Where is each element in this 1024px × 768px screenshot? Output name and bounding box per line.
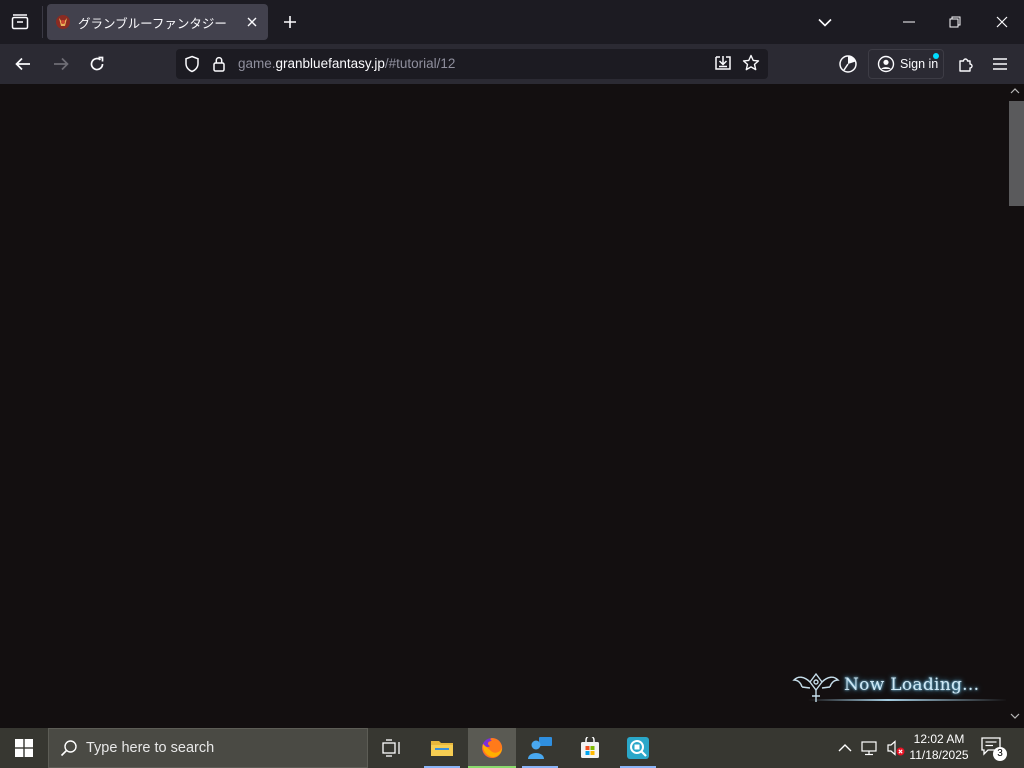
folder-icon [431, 741, 453, 756]
window-close-icon [996, 16, 1008, 28]
people-app-button[interactable] [520, 728, 560, 768]
vertical-scrollbar[interactable] [1006, 84, 1024, 728]
extensions-icon [959, 58, 973, 72]
list-all-tabs-button[interactable] [808, 6, 842, 38]
plus-icon [284, 16, 296, 28]
start-button[interactable] [0, 728, 48, 768]
system-clock[interactable]: 12:02 AM 11/18/2025 [904, 731, 974, 763]
action-center-button[interactable]: 3 [980, 736, 1008, 762]
sign-in-button[interactable]: Sign in [868, 49, 944, 79]
minimize-icon [903, 21, 915, 23]
forward-button[interactable] [44, 48, 78, 80]
tab-title: グランブルーファンタジー [78, 15, 227, 31]
window-close-button[interactable] [980, 0, 1024, 44]
qr-scanner-icon [627, 737, 649, 759]
task-view-button[interactable] [372, 728, 412, 768]
page-content[interactable]: Now Loading... [0, 84, 1024, 728]
granblue-favicon-icon [56, 15, 70, 29]
tab-separator [42, 6, 43, 38]
url-prefix: game. [238, 56, 276, 71]
loading-indicator: Now Loading... [790, 670, 1010, 710]
tab-list-icon [11, 14, 29, 30]
qr-scanner-button[interactable] [618, 728, 658, 768]
task-view-icon [382, 739, 400, 757]
show-hidden-icons-chevron-icon[interactable] [838, 740, 852, 756]
volume-muted-icon[interactable] [886, 739, 906, 757]
microsoft-store-button[interactable] [570, 728, 610, 768]
save-to-pocket-icon[interactable] [714, 54, 732, 72]
firefox-icon [482, 737, 503, 758]
network-icon[interactable] [861, 739, 879, 757]
notification-count-badge: 3 [993, 747, 1007, 761]
lock-icon[interactable] [212, 55, 226, 73]
close-icon [247, 17, 257, 27]
chevron-down-icon [818, 18, 832, 27]
back-arrow-icon [15, 57, 30, 71]
url-text[interactable]: game.granbluefantasy.jp/#tutorial/12 [238, 56, 455, 71]
search-placeholder: Type here to search [86, 740, 215, 756]
search-icon [60, 740, 77, 757]
shield-icon[interactable] [184, 55, 200, 73]
forward-arrow-icon [54, 57, 69, 71]
extensions-button[interactable] [950, 48, 982, 80]
scroll-up-arrow-icon[interactable] [1010, 88, 1020, 94]
taskbar-search-box[interactable]: Type here to search [48, 728, 368, 768]
tab-strip: グランブルーファンタジー [0, 0, 1024, 44]
notification-dot [933, 53, 939, 59]
tracking-protection-icon [839, 55, 857, 73]
url-bar[interactable]: game.granbluefantasy.jp/#tutorial/12 [176, 49, 768, 79]
restore-icon [949, 16, 961, 28]
firefox-button[interactable] [468, 728, 516, 768]
loading-underline [808, 699, 1008, 701]
file-explorer-button[interactable] [422, 728, 462, 768]
tab-list-button[interactable] [0, 4, 40, 40]
account-icon [877, 55, 895, 73]
clock-time: 12:02 AM [913, 732, 965, 746]
url-path: /#tutorial/12 [384, 56, 456, 71]
navigation-toolbar: game.granbluefantasy.jp/#tutorial/12 Sig… [0, 44, 1024, 84]
tab-close-button[interactable] [242, 12, 262, 32]
tracking-protection-button[interactable] [832, 48, 864, 80]
reload-button[interactable] [80, 48, 114, 80]
new-tab-button[interactable] [274, 6, 306, 38]
tab-granblue-fantasy[interactable]: グランブルーファンタジー [47, 4, 268, 40]
loading-text: Now Loading... [844, 675, 980, 695]
star-icon[interactable] [742, 54, 760, 72]
clock-date: 11/18/2025 [909, 748, 969, 762]
sign-in-label: Sign in [900, 57, 939, 71]
store-icon [581, 737, 599, 758]
app-menu-button[interactable] [984, 48, 1016, 80]
reload-icon [90, 56, 104, 71]
windows-taskbar: Type here to search 12:02 AM 11/18/2025 … [0, 728, 1024, 768]
windows-logo-icon [15, 739, 33, 757]
people-icon [528, 737, 552, 759]
back-button[interactable] [6, 48, 40, 80]
window-restore-button[interactable] [934, 0, 976, 44]
url-domain: granbluefantasy.jp [275, 56, 385, 71]
window-minimize-button[interactable] [888, 0, 930, 44]
scrollbar-thumb[interactable] [1009, 101, 1024, 206]
scroll-down-arrow-icon[interactable] [1010, 713, 1020, 719]
hamburger-menu-icon [993, 58, 1007, 70]
